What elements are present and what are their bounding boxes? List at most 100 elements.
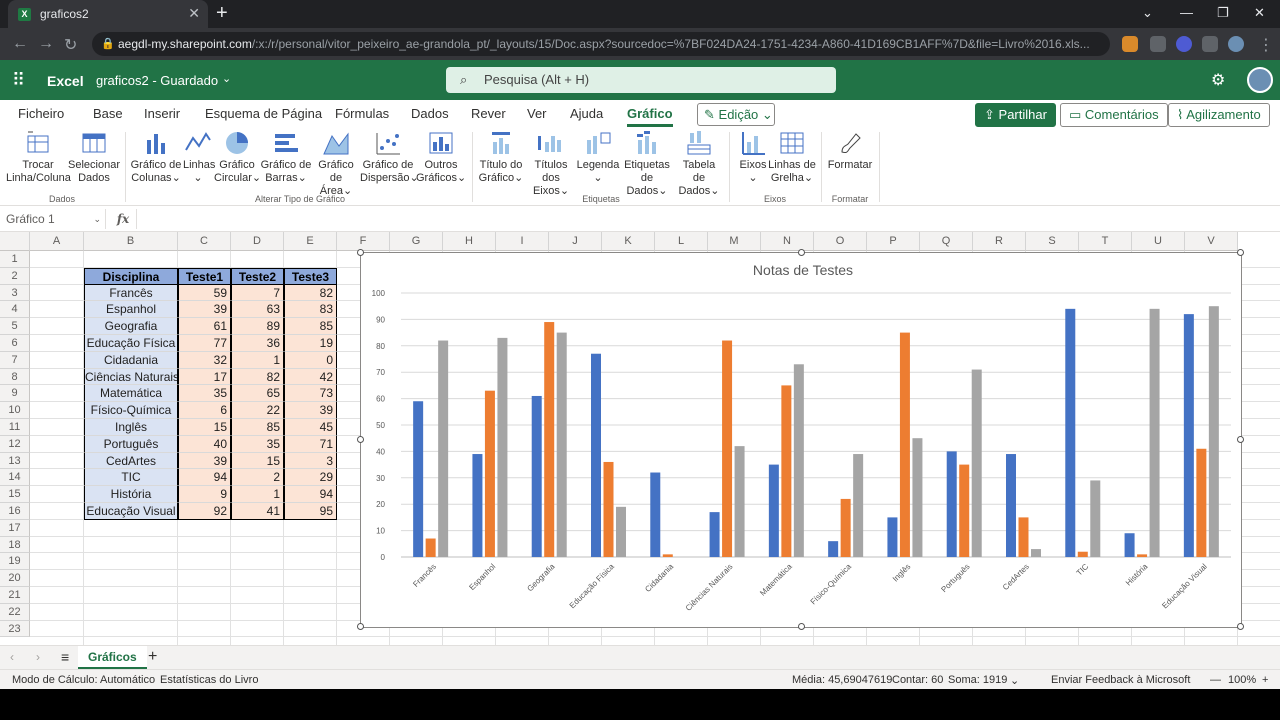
document-name[interactable]: graficos2 - Guardado [96, 73, 218, 88]
column-header[interactable]: B [84, 232, 178, 251]
resize-handle-tl[interactable] [357, 249, 364, 256]
close-window-icon[interactable]: ✕ [1254, 5, 1265, 21]
chevron-down-icon[interactable]: ⌄ [1010, 674, 1019, 687]
table-cell-score[interactable]: 92 [178, 503, 231, 520]
column-header[interactable]: M [708, 232, 761, 251]
bar-chart-button[interactable]: Gráfico de Barras⌄ [260, 130, 312, 185]
row-header[interactable]: 22 [0, 603, 30, 621]
feedback-link[interactable]: Enviar Feedback à Microsoft [1051, 674, 1190, 686]
column-header[interactable]: K [602, 232, 655, 251]
switch-row-column-button[interactable]: Trocar Linha/Coluna [6, 130, 71, 185]
column-header[interactable]: S [1026, 232, 1079, 251]
row-header[interactable]: 11 [0, 419, 30, 436]
forward-icon[interactable]: → [38, 35, 54, 53]
row-header[interactable]: 14 [0, 469, 30, 487]
table-cell-score[interactable]: 71 [284, 435, 337, 453]
browser-tab[interactable]: X graficos2 ✕ [8, 0, 208, 28]
chart-bar[interactable] [1065, 308, 1076, 557]
resize-handle-bl[interactable] [357, 623, 364, 630]
column-header[interactable]: J [549, 232, 602, 251]
gridlines-button[interactable]: Linhas de Grelha⌄ [768, 130, 816, 185]
table-cell-score[interactable]: 42 [284, 368, 337, 386]
column-header[interactable]: F [337, 232, 390, 251]
chart-bar[interactable] [722, 340, 733, 557]
table-cell-score[interactable]: 89 [231, 318, 284, 335]
table-cell-score[interactable]: 73 [284, 385, 337, 403]
function-icon[interactable]: fx [112, 209, 134, 229]
table-cell-score[interactable]: 1 [231, 351, 284, 369]
chart-bar[interactable] [413, 401, 424, 557]
extensions-puzzle-icon[interactable] [1202, 36, 1218, 52]
scroll-right-icon[interactable]: › [36, 650, 40, 664]
select-all-corner[interactable] [0, 232, 30, 251]
share-button[interactable]: ⇪ Partilhar [975, 103, 1056, 127]
resize-handle-t[interactable] [798, 249, 805, 256]
zoom-level[interactable]: 100% [1228, 674, 1256, 686]
table-cell-subject[interactable]: Cidadania [84, 351, 178, 369]
row-header[interactable]: 19 [0, 553, 30, 571]
chart-object[interactable]: Notas de Testes 0 10 20 30 40 50 60 70 80 90 100 F… [357, 249, 1244, 630]
row-header[interactable]: 10 [0, 402, 30, 419]
data-table-button[interactable]: Tabela de Dados⌄ [676, 130, 722, 198]
pie-chart-button[interactable]: Gráfico Circular⌄ [214, 130, 261, 185]
extension-rss-icon[interactable] [1122, 36, 1138, 52]
column-header[interactable]: D [231, 232, 284, 251]
table-cell-subject[interactable]: Inglês [84, 419, 178, 436]
table-cell-score[interactable]: 59 [178, 284, 231, 302]
column-header[interactable]: T [1079, 232, 1132, 251]
table-cell-score[interactable]: 3 [284, 452, 337, 470]
extension-star-icon[interactable] [1176, 36, 1192, 52]
table-cell-score[interactable]: 1 [231, 486, 284, 503]
table-cell-score[interactable]: 39 [178, 452, 231, 470]
table-cell-score[interactable]: 65 [231, 385, 284, 403]
table-cell-subject[interactable]: Geografia [84, 318, 178, 335]
column-header[interactable]: O [814, 232, 867, 251]
column-header[interactable]: H [443, 232, 496, 251]
url-field[interactable]: 🔒 aegdl-my.sharepoint.com/:x:/r/personal… [92, 32, 1110, 56]
row-header[interactable]: 15 [0, 486, 30, 503]
format-button[interactable]: Formatar [826, 130, 874, 172]
table-header-cell[interactable]: Teste1 [178, 267, 231, 285]
table-cell-score[interactable]: 17 [178, 368, 231, 386]
table-header-cell[interactable]: Teste2 [231, 267, 284, 285]
name-box[interactable]: Gráfico 1 ⌄ [0, 209, 106, 229]
resize-handle-l[interactable] [357, 436, 364, 443]
row-header[interactable]: 6 [0, 335, 30, 352]
formula-input[interactable] [136, 209, 1276, 229]
chart-bar[interactable] [781, 385, 792, 557]
chevron-down-icon[interactable]: ⌄ [222, 72, 231, 85]
table-cell-subject[interactable]: Português [84, 435, 178, 453]
tab-esquema[interactable]: Esquema de Página [205, 106, 322, 121]
table-cell-subject[interactable]: Matemática [84, 385, 178, 403]
table-cell-score[interactable]: 0 [284, 351, 337, 369]
table-cell-subject[interactable]: Francês [84, 284, 178, 302]
zoom-out-icon[interactable]: — [1210, 674, 1221, 686]
row-header[interactable]: 7 [0, 351, 30, 369]
data-labels-button[interactable]: Etiquetas de Dados⌄ [619, 130, 675, 198]
chart-bar[interactable] [472, 454, 483, 557]
resize-handle-br[interactable] [1237, 623, 1244, 630]
row-header[interactable]: 16 [0, 503, 30, 520]
chart-bar[interactable] [544, 322, 555, 557]
scroll-left-icon[interactable]: ‹ [10, 650, 14, 664]
tab-inserir[interactable]: Inserir [144, 106, 180, 121]
table-header-cell[interactable]: Teste3 [284, 267, 337, 285]
row-header[interactable]: 23 [0, 620, 30, 638]
reload-icon[interactable]: ↻ [64, 35, 77, 55]
table-cell-subject[interactable]: Espanhol [84, 301, 178, 319]
app-launcher-icon[interactable]: ⠿ [12, 71, 25, 89]
line-chart-button[interactable]: Linhas ⌄ [183, 130, 215, 185]
row-header[interactable]: 13 [0, 452, 30, 470]
chart-title-button[interactable]: Título do Gráfico⌄ [476, 130, 526, 185]
app-name[interactable]: Excel [47, 73, 84, 89]
close-tab-icon[interactable]: ✕ [188, 5, 200, 22]
table-cell-score[interactable]: 77 [178, 335, 231, 352]
table-cell-subject[interactable]: Educação Visual [84, 503, 178, 520]
chart-bar[interactable] [840, 498, 851, 557]
workbook-stats[interactable]: Estatísticas do Livro [160, 674, 258, 686]
chart-bar[interactable] [616, 506, 626, 557]
column-header[interactable]: G [390, 232, 443, 251]
chart-bar[interactable] [899, 332, 910, 557]
table-cell-score[interactable]: 15 [231, 452, 284, 470]
editing-mode-button[interactable]: ✎ Edição ⌄ [697, 103, 775, 126]
